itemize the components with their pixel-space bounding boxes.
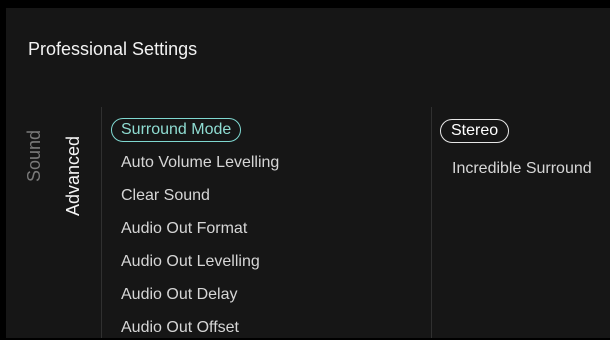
column-divider [101,107,102,338]
menu-item-clear-sound[interactable]: Clear Sound [111,184,220,208]
column-divider [431,107,432,338]
menu-item-audio-out-delay[interactable]: Audio Out Delay [111,283,248,307]
tab-sound[interactable]: Sound [24,130,45,182]
settings-screen: Professional Settings Sound Advanced Sur… [6,8,610,338]
menu-item-audio-out-offset[interactable]: Audio Out Offset [111,316,249,340]
menu-item-audio-out-format[interactable]: Audio Out Format [111,217,257,241]
option-stereo[interactable]: Stereo [440,119,510,143]
page-title: Professional Settings [28,39,198,59]
menu-item-surround-mode[interactable]: Surround Mode [111,118,242,142]
tab-advanced[interactable]: Advanced [63,136,84,216]
option-incredible-surround[interactable]: Incredible Surround [440,157,604,181]
menu-item-auto-volume-levelling[interactable]: Auto Volume Levelling [111,151,289,175]
menu-item-audio-out-levelling[interactable]: Audio Out Levelling [111,250,270,274]
